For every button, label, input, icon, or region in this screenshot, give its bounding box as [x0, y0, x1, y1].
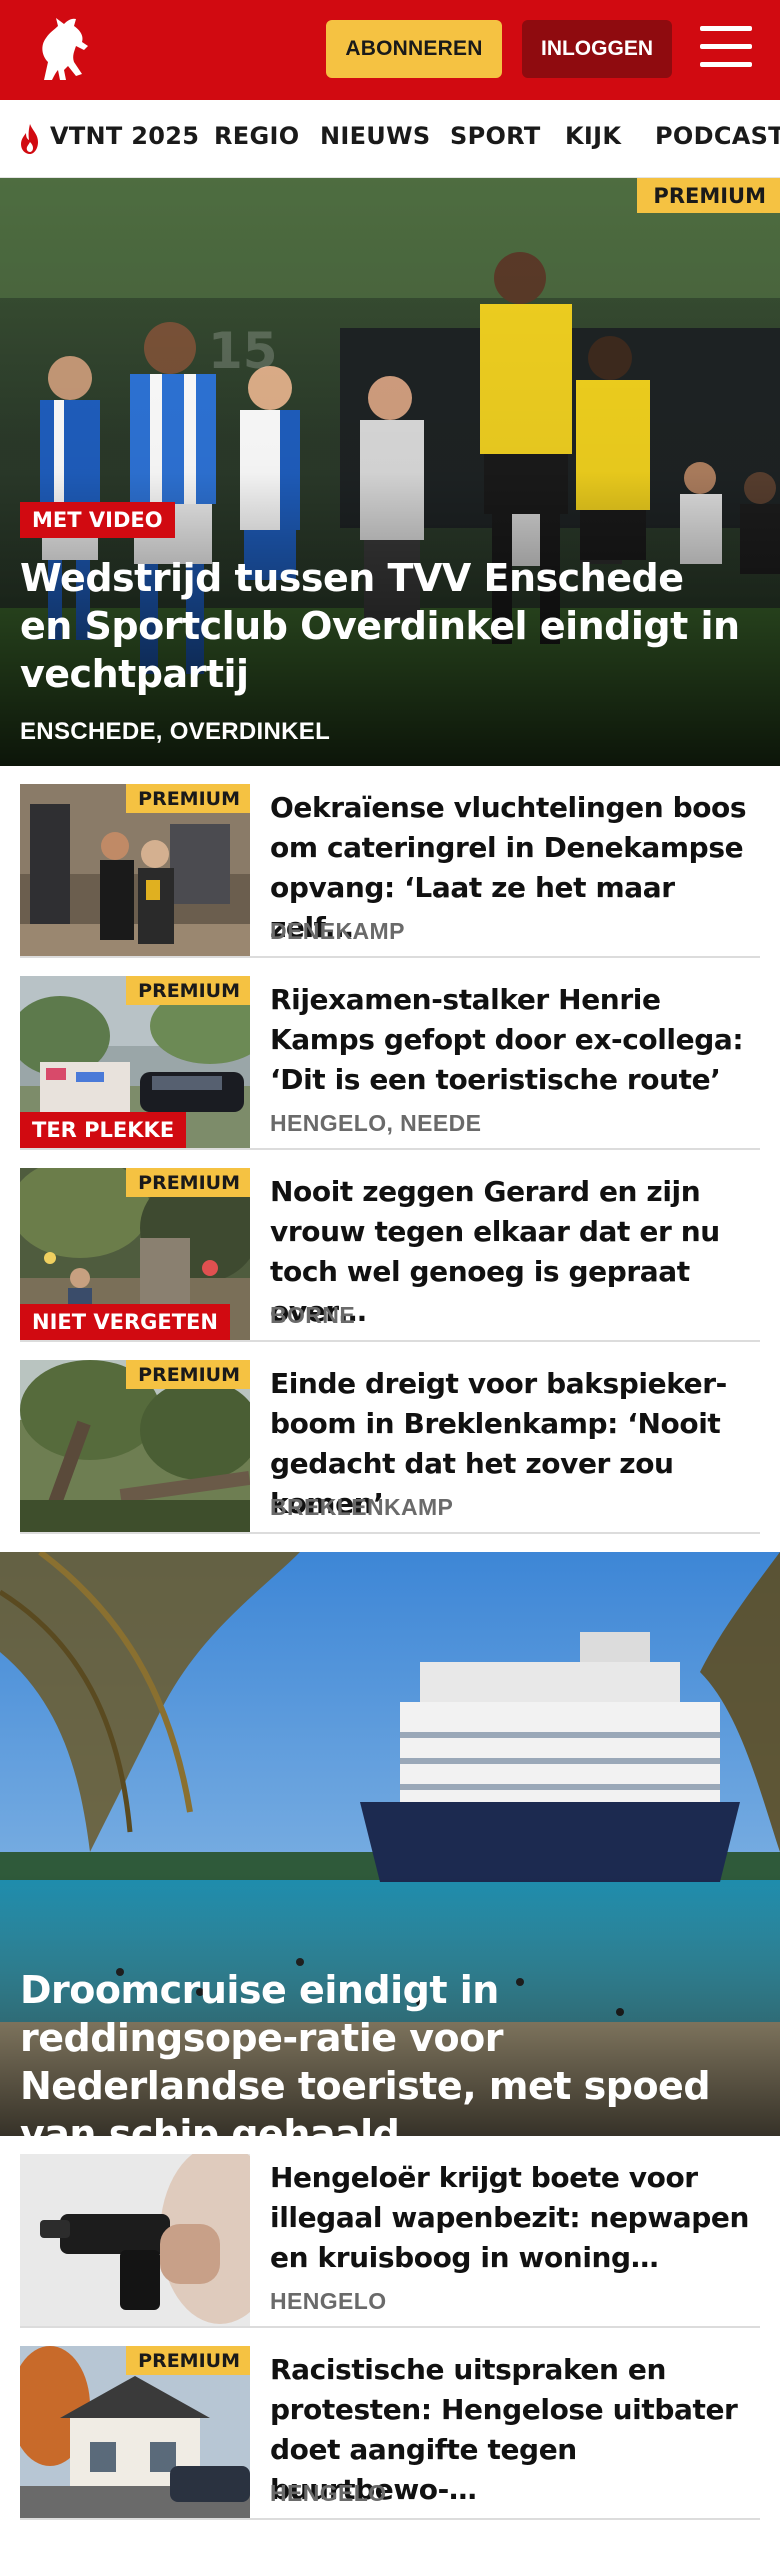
- hero-location: ENSCHEDE, OVERDINKEL: [20, 718, 331, 745]
- article-thumbnail: PREMIUM TER PLEKKE: [20, 976, 250, 1148]
- nav-item-nieuws[interactable]: NIEUWS: [320, 122, 430, 150]
- article-thumbnail: PREMIUM: [20, 784, 250, 956]
- article-location: HENGELO, NEEDE: [270, 1110, 482, 1136]
- list-item[interactable]: PREMIUM Einde dreigt voor bakspieker-boo…: [0, 1342, 780, 1534]
- nav-item-vtnt[interactable]: VTNT 2025: [50, 122, 199, 150]
- article-thumbnail: PREMIUM: [20, 1360, 250, 1532]
- list-item[interactable]: PREMIUM Oekraïense vluchtelingen boos om…: [0, 766, 780, 958]
- list-item[interactable]: PREMIUM NIET VERGETEN Nooit zeggen Gerar…: [0, 1150, 780, 1342]
- premium-badge: PREMIUM: [126, 784, 250, 813]
- login-button[interactable]: INLOGGEN: [522, 20, 672, 78]
- horse-logo-icon[interactable]: [24, 10, 104, 90]
- divider: [20, 2518, 760, 2520]
- article-thumbnail: PREMIUM: [20, 2346, 250, 2518]
- article-title[interactable]: Rijexamen-stalker Henrie Kamps gefopt do…: [270, 980, 760, 1100]
- feature-title[interactable]: Droomcruise eindigt in reddingsope-ratie…: [20, 1966, 760, 2136]
- divider: [20, 1532, 760, 1534]
- main-nav: VTNT 2025 REGIO NIEUWS SPORT KIJK PODCAS…: [0, 100, 780, 178]
- premium-badge: PREMIUM: [126, 976, 250, 1005]
- article-location: HENGELO: [270, 2288, 387, 2314]
- menu-icon[interactable]: [700, 24, 752, 72]
- article-title[interactable]: Hengeloër krijgt boete voor illegaal wap…: [270, 2158, 760, 2278]
- hero-article[interactable]: 15 PREMIUM MET VIDEO Wedstrijd tussen TV…: [0, 178, 780, 766]
- nav-item-kijk[interactable]: KIJK: [565, 122, 621, 150]
- hero-title[interactable]: Wedstrijd tussen TVV Enschede en Sportcl…: [20, 554, 740, 698]
- article-location: HENGELO: [270, 2480, 387, 2506]
- site-header: ABONNEREN INLOGGEN: [0, 0, 780, 100]
- article-location: BORNE: [270, 1302, 356, 1328]
- premium-badge: PREMIUM: [126, 1168, 250, 1197]
- premium-badge: PREMIUM: [126, 1360, 250, 1389]
- feature-article[interactable]: Droomcruise eindigt in reddingsope-ratie…: [0, 1552, 780, 2136]
- nav-item-sport[interactable]: SPORT: [450, 122, 541, 150]
- article-location: BREKLENKAMP: [270, 1494, 454, 1520]
- premium-badge: PREMIUM: [126, 2346, 250, 2375]
- list-item[interactable]: PREMIUM TER PLEKKE Rijexamen-stalker Hen…: [0, 958, 780, 1150]
- article-location: DENEKAMP: [270, 918, 405, 944]
- subscribe-button[interactable]: ABONNEREN: [326, 20, 502, 78]
- premium-badge: PREMIUM: [637, 178, 780, 213]
- list-item[interactable]: Hengeloër krijgt boete voor illegaal wap…: [0, 2136, 780, 2328]
- nav-item-podcast[interactable]: PODCAST: [655, 122, 780, 150]
- nav-item-regio[interactable]: REGIO: [214, 122, 299, 150]
- niet-vergeten-badge: NIET VERGETEN: [20, 1304, 230, 1340]
- article-thumbnail: [20, 2154, 250, 2326]
- flame-icon: [21, 124, 38, 154]
- list-item[interactable]: PREMIUM Racistische uitspraken en protes…: [0, 2328, 780, 2520]
- ter-plekke-badge: TER PLEKKE: [20, 1112, 187, 1148]
- video-badge: MET VIDEO: [20, 502, 175, 538]
- article-thumbnail: PREMIUM NIET VERGETEN: [20, 1168, 250, 1340]
